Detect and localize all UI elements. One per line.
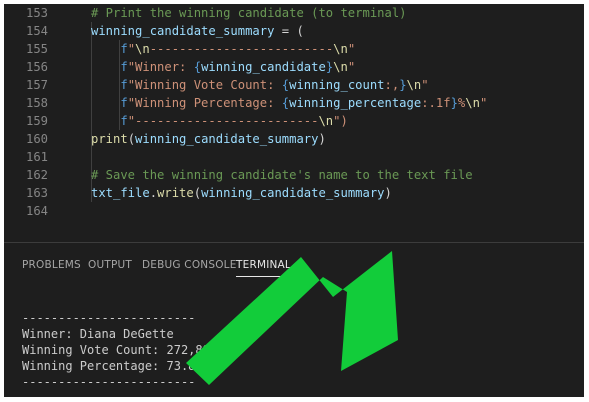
annotation-arrow-icon bbox=[186, 251, 398, 385]
